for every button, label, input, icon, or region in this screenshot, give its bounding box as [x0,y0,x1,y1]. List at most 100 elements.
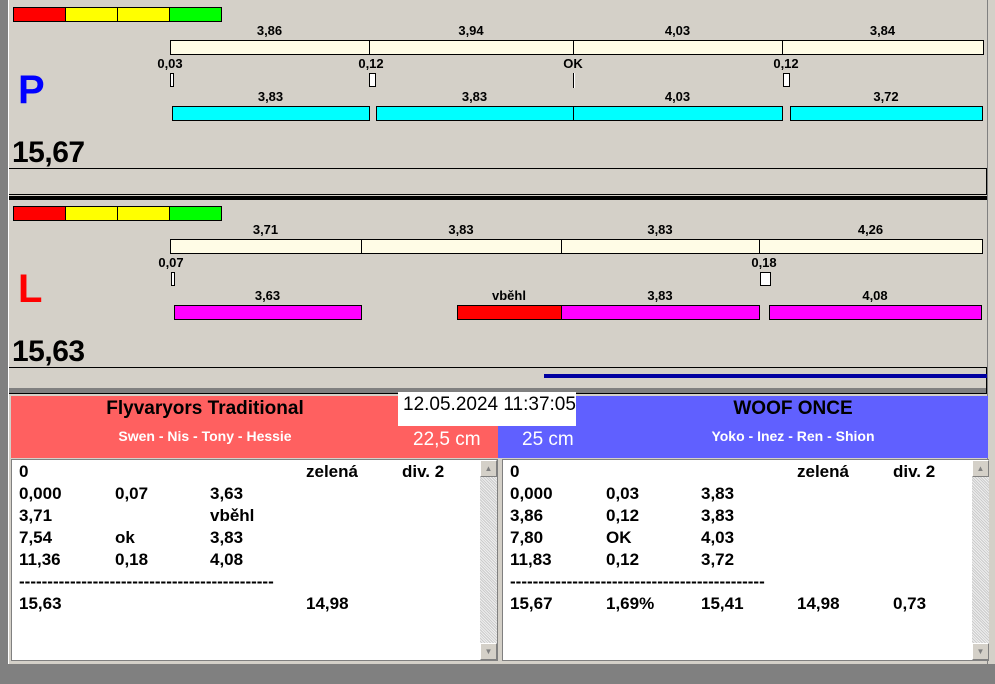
result-cell: 7,80 [510,528,544,547]
result-cell: vběhl [210,506,255,525]
reaction-marker [760,272,771,286]
scrollbar[interactable]: ▲ ▼ [972,460,989,660]
reaction-label: OK [563,56,583,71]
scroll-down-button[interactable]: ▼ [480,643,497,660]
signal-light-segment [65,7,118,22]
result-cell: 0,03 [606,484,640,503]
split-bar [573,40,783,55]
team-left-height: 22,5 cm [413,429,481,450]
result-cell: 1,69% [606,594,655,613]
progress-bar [544,374,987,378]
time-label: 3,83 [461,89,488,104]
reaction-label: 0,18 [751,255,777,270]
signal-light-segment [65,206,118,221]
result-cell: 0,07 [115,484,149,503]
time-label: 4,08 [862,288,888,303]
split-label: 3,83 [448,222,474,237]
reaction-marker [369,73,376,87]
split-label: 4,03 [664,23,691,38]
reaction-marker [783,73,790,87]
team-left-members: Swen - Nis - Tony - Hessie [118,428,292,444]
signal-light-segment [13,7,66,22]
result-cell: zelená [306,462,358,481]
reaction-marker [573,73,575,88]
lane-total-time: 15,63 [12,335,85,368]
time-label: 3,63 [254,288,281,303]
result-cell: 14,98 [797,594,840,613]
result-cell: 7,54 [19,528,53,547]
split-bar [170,40,370,55]
time-label: vběhl [492,288,526,303]
lane-total-time: 15,67 [12,136,85,169]
signal-light-segment [169,7,222,22]
split-label: 3,83 [647,222,673,237]
status-bar [0,664,995,684]
result-cell: 11,36 [19,550,61,569]
team-right-results-list[interactable]: 0 zelená div. 2 0,000 0,03 3,83 3,86 0,12 3,83 7,… [502,459,989,661]
split-bar [759,239,983,254]
result-cell: div. 2 [402,462,445,481]
time-bar [376,106,574,121]
split-label: 4,26 [857,222,884,237]
lane-letter: L [18,267,43,311]
scroll-up-button[interactable]: ▲ [972,460,989,477]
result-cell: 15,41 [701,594,744,613]
lane-track [9,168,987,195]
result-cell: 3,72 [701,550,735,569]
reaction-label: 0,12 [773,56,799,71]
time-bar [457,305,562,320]
result-cell: 0,73 [893,594,927,613]
signal-light-segment [117,7,170,22]
result-cell: 3,83 [701,484,735,503]
team-right-members: Yoko - Inez - Ren - Shion [711,428,875,444]
team-right-height: 25 cm [522,429,574,450]
time-bar [769,305,982,320]
team-left-results-list[interactable]: 0 zelená div. 2 0,000 0,07 3,63 3,71 vběhl 7,54 o… [11,459,498,661]
reaction-label: 0,12 [358,56,384,71]
result-cell: 4,08 [210,550,244,569]
split-bar [782,40,984,55]
scroll-up-button[interactable]: ▲ [480,460,497,477]
datetime-display: 12.05.2024 11:37:05 [398,392,576,426]
separator-line: ----------------------------------------… [510,572,765,591]
signal-light-segment [117,206,170,221]
window-left-border [0,0,9,684]
reaction-marker [170,73,174,87]
team-right-name: WOOF ONCE [733,398,853,419]
split-bar [369,40,574,55]
separator-line: ----------------------------------------… [19,572,274,591]
result-cell: OK [606,528,632,547]
scrollbar[interactable]: ▲ ▼ [480,460,497,660]
result-cell: ok [115,528,135,547]
result-cell: 0,12 [606,550,640,569]
result-cell: 14,98 [306,594,349,613]
lane-track [9,367,987,394]
result-cell: 0 [19,462,29,481]
scroll-down-button[interactable]: ▼ [972,643,989,660]
result-cell: 0 [510,462,520,481]
time-bar [174,305,362,320]
result-cell: zelená [797,462,849,481]
result-cell: 3,71 [19,506,53,525]
split-label: 3,71 [252,222,279,237]
split-bar [361,239,562,254]
result-cell: 4,03 [701,528,735,547]
reaction-marker [171,272,175,286]
result-cell: 0,12 [606,506,640,525]
signal-light-segment [169,206,222,221]
split-label: 3,86 [256,23,283,38]
result-cell: 3,63 [210,484,244,503]
time-label: 4,03 [664,89,691,104]
split-bar [170,239,362,254]
time-label: 3,72 [873,89,899,104]
lane-separator [9,196,989,200]
split-label: 3,84 [869,23,896,38]
time-bar [172,106,370,121]
result-cell: 3,83 [701,506,735,525]
result-cell: 15,63 [19,594,62,613]
result-cell: 15,67 [510,594,553,613]
signal-light-segment [13,206,66,221]
reaction-label: 0,03 [157,56,183,71]
time-label: 3,83 [647,288,673,303]
lane-letter: P [18,68,45,112]
